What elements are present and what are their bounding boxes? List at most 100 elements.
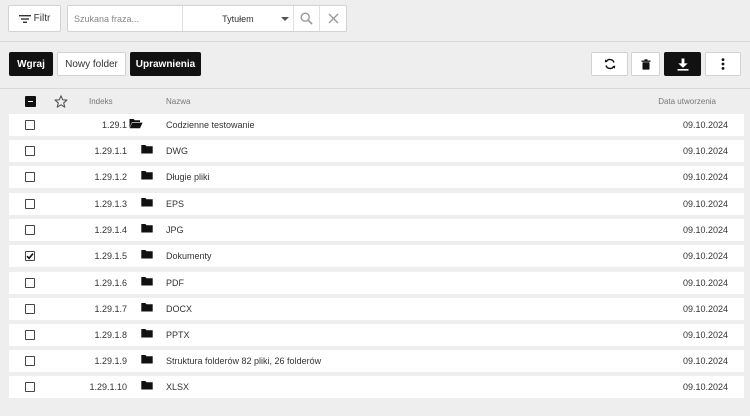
row-date: 09.10.2024 bbox=[682, 146, 728, 156]
folder-icon bbox=[141, 144, 153, 156]
close-icon bbox=[328, 13, 339, 24]
row-index: 1.29.1.9 bbox=[94, 356, 127, 366]
row-index: 1.29.1.2 bbox=[94, 172, 127, 182]
row-name[interactable]: JPG bbox=[166, 225, 184, 235]
filter-button[interactable]: Filtr bbox=[8, 5, 61, 32]
table-row[interactable]: 1.29.1.8 PPTX 09.10.2024 bbox=[9, 324, 744, 346]
row-name[interactable]: EPS bbox=[166, 199, 184, 209]
top-bar: Filtr Tytułem bbox=[0, 0, 750, 42]
folder-icon bbox=[141, 302, 153, 314]
row-date: 09.10.2024 bbox=[682, 304, 728, 314]
row-checkbox[interactable] bbox=[25, 172, 35, 182]
table-row[interactable]: 1.29.1.10 XLSX 09.10.2024 bbox=[9, 376, 744, 398]
search-icon bbox=[300, 12, 313, 25]
search-input[interactable] bbox=[68, 6, 182, 31]
row-date: 09.10.2024 bbox=[682, 199, 728, 209]
row-name[interactable]: PDF bbox=[166, 278, 184, 288]
table-row[interactable]: 1.29.1.1 DWG 09.10.2024 bbox=[9, 140, 744, 162]
row-checkbox[interactable] bbox=[25, 382, 35, 392]
upload-button[interactable]: Wgraj bbox=[9, 52, 53, 76]
more-options-button[interactable] bbox=[705, 52, 741, 76]
row-name[interactable]: PPTX bbox=[166, 330, 190, 340]
table-row[interactable]: 1.29.1.7 DOCX 09.10.2024 bbox=[9, 298, 744, 320]
new-folder-label: Nowy folder bbox=[65, 58, 118, 70]
row-checkbox[interactable] bbox=[25, 225, 35, 235]
permissions-button[interactable]: Uprawnienia bbox=[130, 52, 201, 76]
row-date: 09.10.2024 bbox=[682, 356, 728, 366]
row-index: 1.29.1.6 bbox=[94, 278, 127, 288]
action-toolbar: Wgraj Nowy folder Uprawnienia bbox=[0, 52, 750, 78]
row-date: 09.10.2024 bbox=[682, 172, 728, 182]
row-name[interactable]: Dokumenty bbox=[166, 251, 212, 261]
row-index: 1.29.1.7 bbox=[94, 304, 127, 314]
folder-icon bbox=[141, 223, 153, 235]
row-checkbox[interactable] bbox=[25, 120, 35, 130]
permissions-label: Uprawnienia bbox=[135, 58, 196, 70]
delete-button[interactable] bbox=[631, 52, 660, 76]
folder-icon bbox=[141, 276, 153, 288]
folder-open-icon bbox=[129, 118, 143, 131]
row-name[interactable]: Długie pliki bbox=[166, 172, 210, 182]
row-checkbox[interactable] bbox=[25, 330, 35, 340]
row-index: 1.29.1.3 bbox=[94, 199, 127, 209]
row-date: 09.10.2024 bbox=[682, 251, 728, 261]
row-index: 1.29.1.1 bbox=[94, 146, 127, 156]
column-index[interactable]: Indeks bbox=[89, 97, 113, 106]
download-button[interactable] bbox=[664, 52, 701, 76]
table-row[interactable]: 1.29.1.2 Długie pliki 09.10.2024 bbox=[9, 166, 744, 188]
row-date: 09.10.2024 bbox=[682, 330, 728, 340]
filter-label: Filtr bbox=[33, 13, 51, 24]
row-checkbox[interactable] bbox=[25, 251, 35, 261]
table-header: Indeks Nazwa Data utworzenia bbox=[0, 88, 750, 112]
folder-icon bbox=[141, 170, 153, 182]
row-date: 09.10.2024 bbox=[682, 382, 728, 392]
row-date: 09.10.2024 bbox=[682, 120, 728, 130]
row-name[interactable]: Codzienne testowanie bbox=[166, 120, 255, 130]
folder-icon bbox=[141, 197, 153, 209]
table-row[interactable]: 1.29.1.4 JPG 09.10.2024 bbox=[9, 219, 744, 241]
row-name[interactable]: XLSX bbox=[166, 382, 189, 392]
table-row[interactable]: 1.29.1.5 Dokumenty 09.10.2024 bbox=[9, 245, 744, 267]
trash-icon bbox=[641, 58, 650, 70]
row-checkbox[interactable] bbox=[25, 199, 35, 209]
row-name[interactable]: Struktura folderów 82 pliki, 26 folderów bbox=[166, 356, 321, 366]
table-row[interactable]: 1.29.1.6 PDF 09.10.2024 bbox=[9, 272, 744, 294]
table-row[interactable]: 1.29.1 Codzienne testowanie 09.10.2024 bbox=[9, 114, 744, 136]
search-bar: Tytułem bbox=[67, 5, 347, 32]
new-folder-button[interactable]: Nowy folder bbox=[57, 52, 126, 76]
check-icon bbox=[26, 253, 34, 260]
more-vert-icon bbox=[721, 58, 725, 70]
row-name[interactable]: DWG bbox=[166, 146, 188, 156]
row-index: 1.29.1.8 bbox=[94, 330, 127, 340]
clear-search-button[interactable] bbox=[319, 6, 346, 31]
row-index: 1.29.1.4 bbox=[94, 225, 127, 235]
search-button[interactable] bbox=[292, 6, 320, 31]
folder-icon bbox=[141, 380, 153, 392]
row-date: 09.10.2024 bbox=[682, 278, 728, 288]
download-icon bbox=[677, 58, 688, 71]
table-row[interactable]: 1.29.1.9 Struktura folderów 82 pliki, 26 … bbox=[9, 350, 744, 372]
row-checkbox[interactable] bbox=[25, 278, 35, 288]
star-outline-icon[interactable] bbox=[54, 95, 68, 108]
row-checkbox[interactable] bbox=[25, 304, 35, 314]
row-index: 1.29.1 bbox=[101, 120, 127, 130]
upload-label: Wgraj bbox=[17, 58, 45, 70]
folder-icon bbox=[141, 354, 153, 366]
row-date: 09.10.2024 bbox=[682, 225, 728, 235]
folder-icon bbox=[141, 328, 153, 340]
search-field-select[interactable]: Tytułem bbox=[182, 6, 293, 31]
row-checkbox[interactable] bbox=[25, 146, 35, 156]
row-name[interactable]: DOCX bbox=[166, 304, 192, 314]
select-all-checkbox[interactable] bbox=[25, 96, 36, 107]
table-row[interactable]: 1.29.1.3 EPS 09.10.2024 bbox=[9, 193, 744, 215]
folder-icon bbox=[141, 249, 153, 261]
row-index: 1.29.1.5 bbox=[94, 251, 127, 261]
search-field-value: Tytułem bbox=[222, 13, 254, 24]
refresh-icon bbox=[604, 58, 615, 70]
row-checkbox[interactable] bbox=[25, 356, 35, 366]
filter-icon bbox=[18, 14, 31, 23]
column-date[interactable]: Data utworzenia bbox=[658, 97, 716, 106]
refresh-button[interactable] bbox=[591, 52, 628, 76]
column-name[interactable]: Nazwa bbox=[166, 97, 190, 106]
row-index: 1.29.1.10 bbox=[89, 382, 127, 392]
